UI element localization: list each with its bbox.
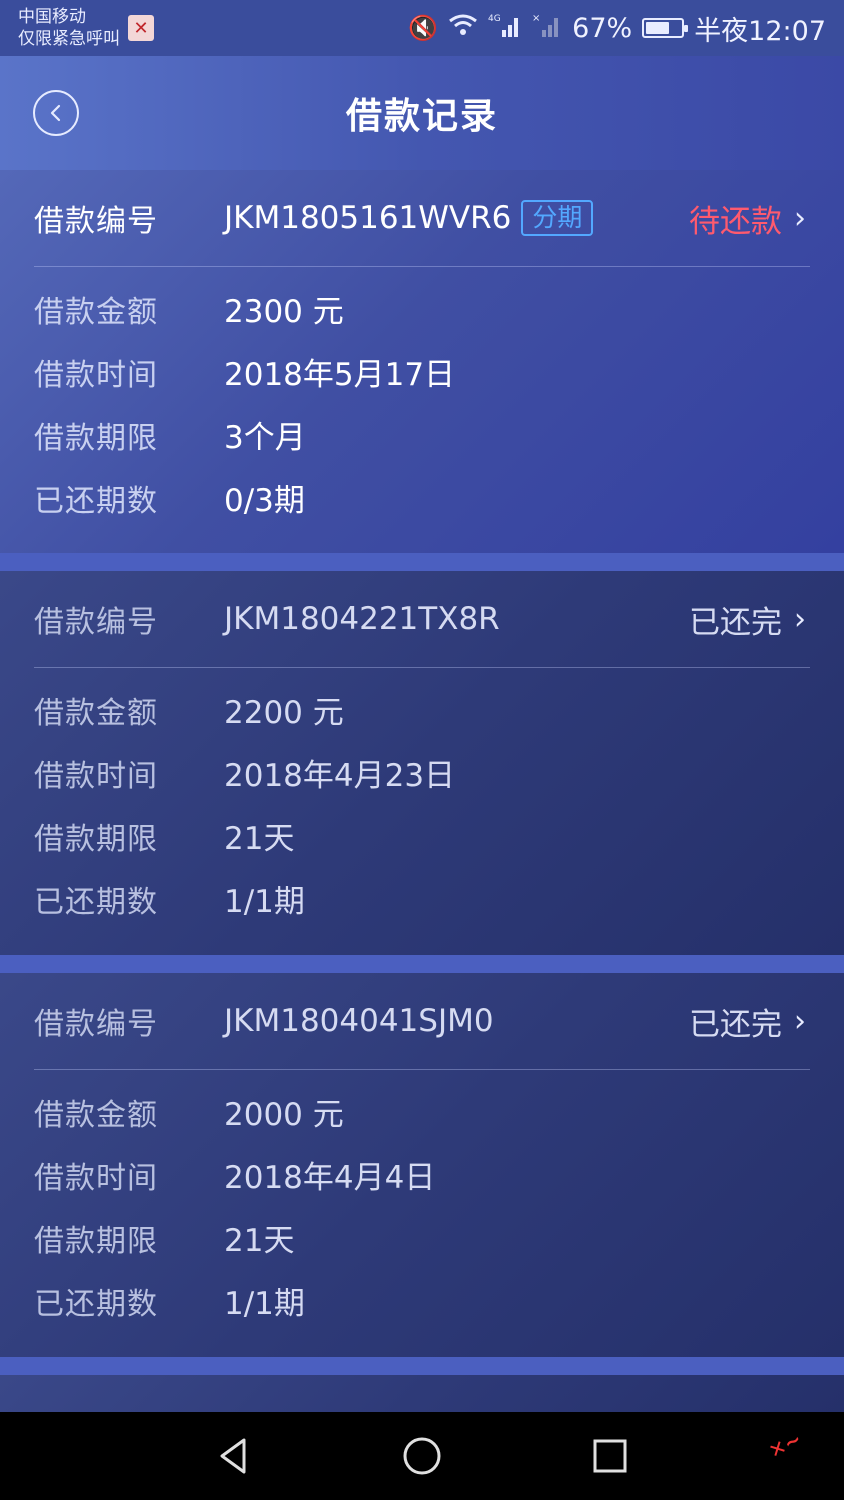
circle-home-icon	[403, 1437, 441, 1475]
loan-paid-value: 0/3期	[224, 483, 305, 519]
loan-id-value: JKM1804041SJM0	[224, 1003, 494, 1039]
triangle-back-icon	[220, 1438, 246, 1474]
loan-date-row: 借款时间 2018年4月23日	[34, 741, 810, 804]
status-icons: 🔇 4G × 67% 半夜12:07	[408, 9, 826, 48]
loan-paid-label: 已还期数	[34, 483, 158, 519]
loan-term-label: 借款期限	[34, 420, 158, 456]
loan-term-row: 借款期限 21天	[34, 804, 810, 867]
square-recents-icon	[593, 1439, 627, 1473]
loan-amount-label: 借款金额	[34, 294, 158, 330]
loan-id-label: 借款编号	[34, 1007, 158, 1042]
loan-paid-label: 已还期数	[34, 1286, 158, 1322]
loan-term-row: 借款期限 3个月	[34, 403, 810, 466]
signal-no-sim-icon: ×	[532, 12, 562, 44]
loan-amount-row: 借款金额 2000 元	[34, 1080, 810, 1143]
installment-tag: 分期	[521, 200, 594, 236]
svg-text:4G: 4G	[488, 14, 501, 24]
card-separator	[0, 553, 844, 571]
loan-date-value: 2018年5月17日	[224, 357, 456, 393]
loan-amount-row: 借款金额 2200 元	[34, 678, 810, 741]
carrier-name: 中国移动	[18, 7, 86, 27]
loan-paid-label: 已还期数	[34, 884, 158, 920]
card-separator	[0, 955, 844, 973]
chevron-right-icon: ›	[794, 201, 806, 236]
loan-status-link[interactable]: 已还完 ›	[689, 571, 806, 668]
loan-paid-row: 已还期数 1/1期	[34, 867, 810, 930]
carrier-info: 中国移动 仅限紧急呼叫 ✕	[18, 6, 154, 50]
loan-id-row: 借款编号 JKM1805161WVR6 分期 待还款 ›	[34, 170, 810, 267]
back-chevron-icon	[50, 104, 61, 122]
loan-status-link[interactable]: 已还完 ›	[689, 973, 806, 1070]
loan-id-row: 借款编号 JKM1804041SJM0 已还完 ›	[34, 973, 810, 1070]
carrier-sub: 仅限紧急呼叫	[18, 29, 120, 49]
loan-term-row: 借款期限 21天	[34, 1206, 810, 1269]
loan-paid-value: 1/1期	[224, 884, 305, 920]
status-bar: 中国移动 仅限紧急呼叫 ✕ 🔇 4G × 67% 半夜12:07	[0, 0, 844, 56]
loan-id-label: 借款编号	[34, 204, 158, 239]
loan-term-value: 21天	[224, 1223, 295, 1259]
loan-card-partial[interactable]	[0, 1375, 844, 1412]
loan-card[interactable]: 借款编号 JKM1804221TX8R 已还完 › 借款金额 2200 元 借款…	[0, 571, 844, 955]
chevron-right-icon: ›	[794, 602, 806, 637]
loan-status-link[interactable]: 待还款 ›	[689, 170, 806, 267]
app-header: 借款记录	[0, 56, 844, 170]
loan-amount-label: 借款金额	[34, 695, 158, 731]
loan-card[interactable]: 借款编号 JKM1805161WVR6 分期 待还款 › 借款金额 2300 元…	[0, 170, 844, 553]
loan-term-label: 借款期限	[34, 821, 158, 857]
loan-amount-value: 2200 元	[224, 695, 344, 731]
nav-home-button[interactable]	[392, 1426, 452, 1486]
loan-date-value: 2018年4月4日	[224, 1160, 436, 1196]
loan-date-value: 2018年4月23日	[224, 758, 456, 794]
loan-paid-value: 1/1期	[224, 1286, 305, 1322]
loan-date-label: 借款时间	[34, 1160, 158, 1196]
loan-paid-row: 已还期数 0/3期	[34, 466, 810, 529]
loan-amount-value: 2300 元	[224, 294, 344, 330]
battery-percent: 67%	[572, 12, 633, 44]
chevron-right-icon: ›	[794, 1004, 806, 1039]
back-button[interactable]	[33, 90, 79, 136]
loan-date-label: 借款时间	[34, 758, 158, 794]
wifi-icon	[448, 13, 478, 43]
loan-id-value: JKM1804221TX8R	[224, 601, 500, 637]
loan-status: 待还款	[689, 204, 782, 240]
loan-paid-row: 已还期数 1/1期	[34, 1269, 810, 1332]
card-separator	[0, 1357, 844, 1375]
loan-term-label: 借款期限	[34, 1223, 158, 1259]
loan-id-row: 借款编号 JKM1804221TX8R 已还完 ›	[34, 571, 810, 668]
signal-4g-icon: 4G	[488, 12, 522, 44]
loan-card[interactable]: 借款编号 JKM1804041SJM0 已还完 › 借款金额 2000 元 借款…	[0, 973, 844, 1357]
mute-icon: 🔇	[408, 14, 439, 42]
loan-status: 已还完	[689, 605, 782, 641]
nav-back-button[interactable]	[204, 1426, 264, 1486]
loan-id-value: JKM1805161WVR6	[224, 200, 512, 236]
loan-amount-value: 2000 元	[224, 1097, 344, 1133]
clock-time: 半夜12:07	[694, 15, 826, 47]
battery-icon	[642, 18, 689, 38]
svg-text:×: ×	[532, 13, 540, 24]
page-title: 借款记录	[345, 96, 498, 137]
loan-amount-label: 借款金额	[34, 1097, 158, 1133]
loan-date-row: 借款时间 2018年4月4日	[34, 1143, 810, 1206]
system-nav-bar	[0, 1412, 844, 1500]
loan-amount-row: 借款金额 2300 元	[34, 277, 810, 340]
loan-term-value: 21天	[224, 821, 295, 857]
loan-date-row: 借款时间 2018年5月17日	[34, 340, 810, 403]
nav-recents-button[interactable]	[580, 1426, 640, 1486]
loan-status: 已还完	[689, 1007, 782, 1043]
loan-id-label: 借款编号	[34, 605, 158, 640]
loan-date-label: 借款时间	[34, 357, 158, 393]
notification-app-icon: ✕	[128, 15, 154, 41]
loan-term-value: 3个月	[224, 420, 306, 456]
